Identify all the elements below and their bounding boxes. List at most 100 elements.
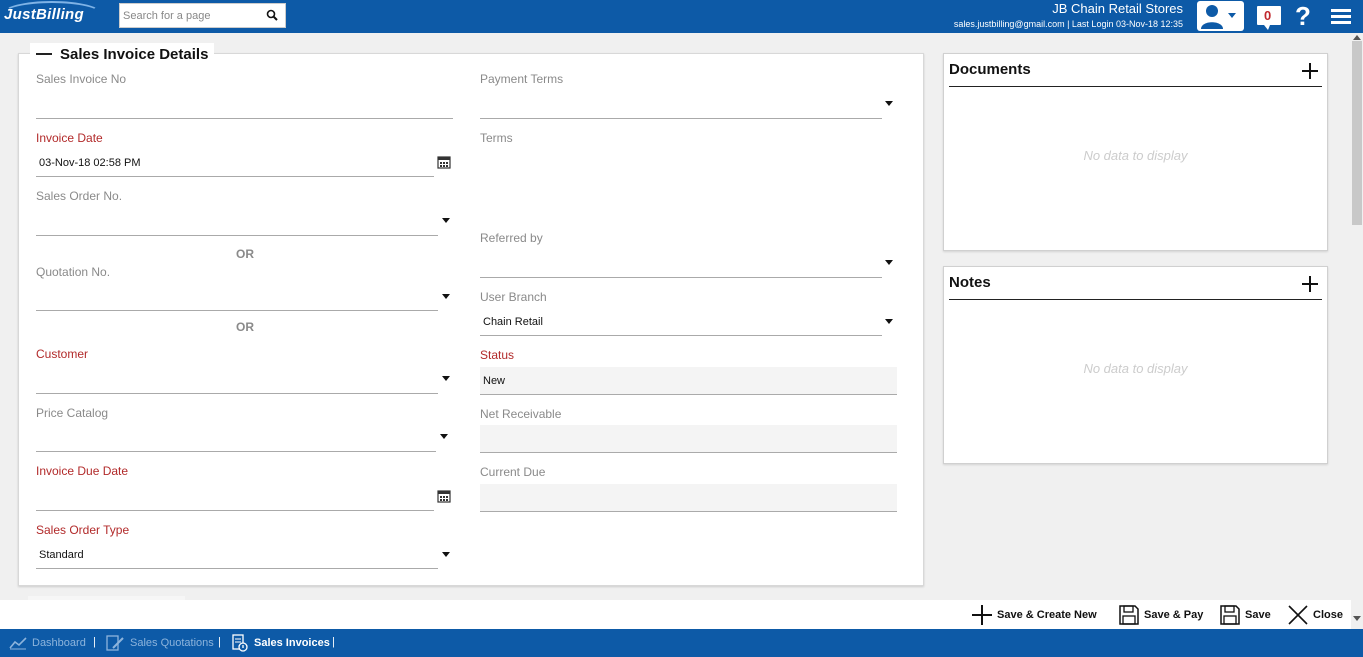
documents-divider [949,86,1322,87]
status-label: Status [480,348,515,362]
top-header: JustBilling JB Chain Retail Stores sales… [0,0,1363,33]
hamburger-menu-icon[interactable] [1329,1,1353,31]
page-search-input[interactable] [120,4,260,27]
customer-label: Customer [36,347,89,361]
customer-select[interactable] [36,393,438,394]
calendar-icon[interactable] [437,155,451,169]
price-catalog-label: Price Catalog [36,406,109,420]
logo-swoosh [2,1,102,27]
action-bar: Save & Create New Save & Pay Save Close [0,596,1351,629]
notes-title: Notes [949,274,991,291]
notifications-button[interactable]: 0 [1256,1,1283,31]
scroll-up-arrow-icon[interactable] [1353,35,1361,40]
documents-empty-message: No data to display [1083,148,1188,163]
notes-card: Notes No data to display [943,266,1328,464]
sales-order-no-select[interactable] [36,235,438,236]
net-receivable-field [480,425,897,453]
user-branch-label: User Branch [480,290,547,304]
breadcrumb-sales-invoices[interactable]: Sales Invoices [231,634,330,652]
referred-by-chevron-down-icon[interactable] [885,260,893,265]
save-button[interactable]: Save [1219,603,1271,627]
breadcrumb-sales-quotations-label: Sales Quotations [130,637,214,649]
save-and-pay-label: Save & Pay [1144,609,1204,621]
collapse-toggle-icon[interactable] [36,53,52,55]
floppy-disk-icon [1220,605,1240,625]
add-note-plus-icon[interactable] [1301,275,1319,293]
quotation-icon [106,635,124,651]
payment-terms-select[interactable] [480,118,882,119]
price-catalog-select[interactable] [36,451,436,452]
notification-count: 0 [1264,8,1272,23]
vertical-scrollbar[interactable] [1351,33,1363,629]
referred-by-label: Referred by [480,231,543,245]
company-name: JB Chain Retail Stores [1052,1,1183,16]
or-separator-1: OR [236,247,254,261]
page-search-box [119,3,286,28]
invoice-date-underline [36,176,434,177]
user-branch-select[interactable]: Chain Retail [483,316,543,328]
invoice-date-input[interactable]: 03-Nov-18 02:58 PM [39,157,141,169]
net-receivable-label: Net Receivable [480,407,562,421]
breadcrumb-sales-quotations[interactable]: Sales Quotations [105,635,214,651]
quotation-no-label: Quotation No. [36,265,111,279]
user-menu-button[interactable] [1197,1,1244,31]
scrollbar-thumb[interactable] [1352,41,1362,225]
panel-legend: Sales Invoice Details [30,43,215,65]
search-icon[interactable] [266,9,278,21]
breadcrumb-separator: | [93,636,96,648]
sales-invoice-no-input[interactable] [36,118,453,119]
terms-textarea[interactable] [480,150,897,220]
or-separator-2: OR [236,320,254,334]
app-logo[interactable]: JustBilling [2,1,102,23]
scroll-down-arrow-icon[interactable] [1353,616,1361,621]
plus-icon [972,605,992,625]
breadcrumb-bar: Dashboard | Sales Quotations | Sales Inv… [0,629,1363,657]
floppy-disk-icon [1119,605,1139,625]
documents-card: Documents No data to display [943,53,1328,251]
referred-by-select[interactable] [480,277,882,278]
save-and-create-new-button[interactable]: Save & Create New [971,603,1097,627]
documents-title: Documents [949,61,1031,78]
customer-chevron-down-icon[interactable] [442,376,450,381]
price-catalog-chevron-down-icon[interactable] [440,434,448,439]
user-branch-chevron-down-icon[interactable] [885,319,893,324]
sales-order-type-underline [36,568,438,569]
add-document-plus-icon[interactable] [1301,62,1319,80]
notes-empty-message: No data to display [1083,361,1188,376]
save-and-pay-button[interactable]: Save & Pay [1118,603,1203,627]
panel-title: Sales Invoice Details [60,45,209,63]
invoice-date-label: Invoice Date [36,131,103,145]
payment-terms-label: Payment Terms [480,72,564,86]
sales-order-type-chevron-down-icon[interactable] [442,552,450,557]
user-avatar-icon [1201,5,1236,29]
calendar-icon[interactable] [437,489,451,503]
status-field: New [480,367,897,395]
breadcrumb-separator: | [332,636,335,648]
breadcrumb-dashboard-label: Dashboard [32,637,86,649]
current-due-label: Current Due [480,465,546,479]
sales-order-no-chevron-down-icon[interactable] [442,218,450,223]
user-login-info: sales.justbilling@gmail.com | Last Login… [953,19,1183,29]
save-label: Save [1245,609,1271,621]
sales-order-type-select[interactable]: Standard [39,549,84,561]
chart-icon [9,637,27,650]
breadcrumb-separator: | [218,636,221,648]
quotation-no-select[interactable] [36,310,438,311]
breadcrumb-sales-invoices-label: Sales Invoices [254,637,330,649]
invoice-due-date-input[interactable] [36,510,434,511]
sales-order-no-label: Sales Order No. [36,189,123,203]
quotation-no-chevron-down-icon[interactable] [442,294,450,299]
invoice-icon [232,634,248,652]
breadcrumb-dashboard[interactable]: Dashboard [9,635,86,651]
save-and-create-new-label: Save & Create New [997,609,1097,621]
payment-terms-chevron-down-icon[interactable] [885,101,893,106]
help-icon[interactable]: ? [1292,1,1314,31]
sales-invoice-no-label: Sales Invoice No [36,72,127,86]
sales-order-type-label: Sales Order Type [36,523,130,537]
close-icon [1288,605,1308,625]
invoice-due-date-label: Invoice Due Date [36,464,129,478]
close-button[interactable]: Close [1287,603,1343,627]
user-branch-underline [480,335,882,336]
close-label: Close [1313,609,1343,621]
tab-stub [28,596,185,600]
